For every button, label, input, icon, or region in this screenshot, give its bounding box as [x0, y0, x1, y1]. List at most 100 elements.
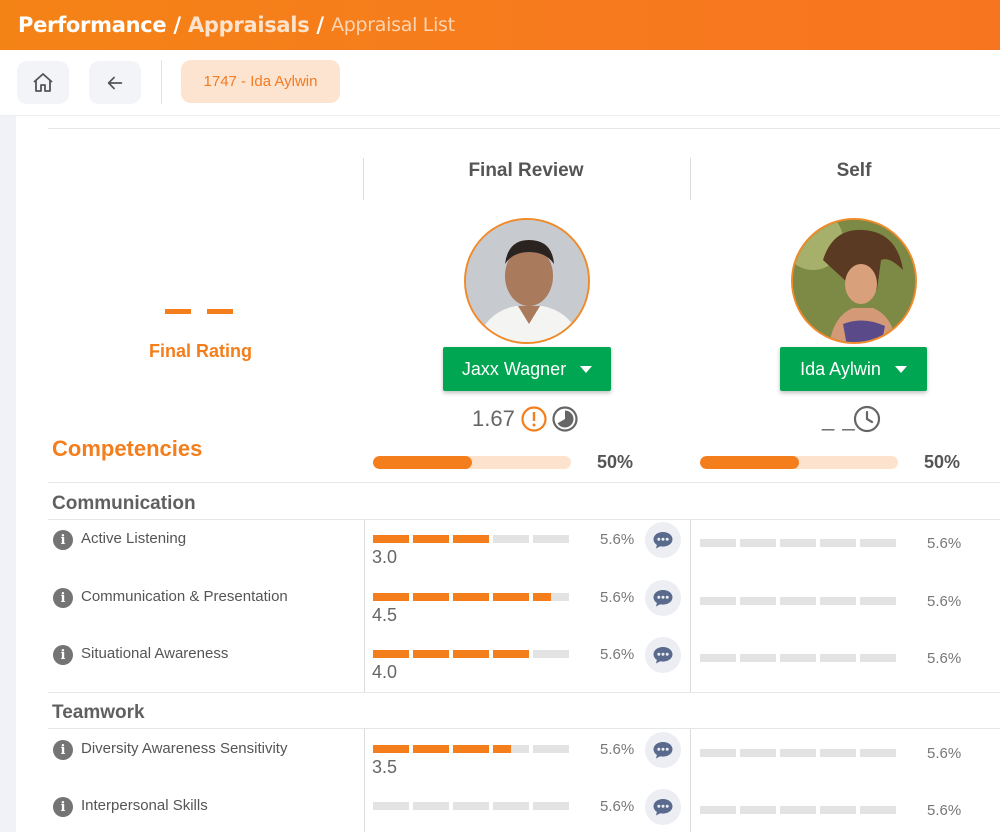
self-avatar: [791, 218, 917, 344]
group-title-teamwork: Teamwork: [52, 702, 145, 723]
self-rating-bar: [700, 654, 896, 662]
side-strip: [0, 116, 16, 832]
breadcrumb-appraisal-list[interactable]: Appraisal List: [331, 14, 455, 36]
rating-segment-fill: [453, 650, 489, 658]
back-button[interactable]: [89, 61, 141, 104]
self-weight: 5.6%: [927, 802, 962, 819]
clock-icon[interactable]: [852, 404, 882, 434]
rating-segment: [373, 593, 409, 601]
warning-icon[interactable]: [520, 405, 548, 433]
rating-segment: [780, 539, 816, 547]
rating-segment-fill: [493, 650, 529, 658]
rating-segment: [740, 539, 776, 547]
employee-chip[interactable]: 1747 - Ida Aylwin: [181, 60, 340, 103]
final-review-rating-bar: [373, 650, 569, 658]
rating-segment: [780, 597, 816, 605]
self-rating-bar: [700, 539, 896, 547]
comment-button[interactable]: [645, 732, 681, 768]
rating-segment: [413, 535, 449, 543]
self-weight: 5.6%: [927, 593, 962, 610]
rating-segment-fill: [453, 745, 489, 753]
comment-icon: [653, 647, 673, 664]
final-review-rating-bar: [373, 593, 569, 601]
rating-segment: [373, 535, 409, 543]
group-title-communication: Communication: [52, 493, 196, 514]
info-icon[interactable]: i: [53, 530, 73, 550]
reviewer-avatar: [464, 218, 590, 344]
final-review-weight: 5.6%: [600, 531, 635, 548]
breadcrumb-appraisals[interactable]: Appraisals: [188, 13, 310, 37]
toolbar-divider: [161, 60, 162, 104]
home-button[interactable]: [17, 61, 69, 104]
divider: [48, 128, 1000, 129]
rating-segment: [453, 593, 489, 601]
final-rating-label: Final Rating: [149, 341, 252, 361]
column-divider: [363, 158, 364, 200]
info-icon[interactable]: i: [53, 645, 73, 665]
rating-segment: [373, 650, 409, 658]
final-review-rating-value: 3.5: [372, 757, 398, 777]
comment-button[interactable]: [645, 522, 681, 558]
rating-segment: [820, 539, 856, 547]
breadcrumb-performance[interactable]: Performance: [18, 13, 167, 37]
rating-segment: [493, 802, 529, 810]
rating-segment-fill: [453, 593, 489, 601]
rating-segment: [493, 535, 529, 543]
rating-segment: [860, 539, 896, 547]
final-review-score: 1.67: [472, 406, 515, 431]
comment-button[interactable]: [645, 789, 681, 825]
comment-icon: [653, 532, 673, 549]
rating-segment-fill: [493, 593, 529, 601]
comment-button[interactable]: [645, 637, 681, 673]
rating-segment-fill: [413, 535, 449, 543]
rating-segment: [413, 593, 449, 601]
rating-segment: [820, 806, 856, 814]
progress-clock-icon[interactable]: [551, 405, 579, 433]
self-weight: 5.6%: [927, 650, 962, 667]
reviewer-select-button[interactable]: Jaxx Wagner: [443, 347, 611, 391]
rating-segment: [533, 745, 569, 753]
divider: [48, 482, 1000, 483]
rating-segment: [493, 745, 529, 753]
self-select-button[interactable]: Ida Aylwin: [780, 347, 927, 391]
rating-segment: [820, 749, 856, 757]
rating-segment: [860, 806, 896, 814]
rating-segment: [373, 802, 409, 810]
info-icon[interactable]: i: [53, 797, 73, 817]
rating-segment-fill: [373, 650, 409, 658]
comment-icon: [653, 590, 673, 607]
rating-segment: [820, 597, 856, 605]
competency-label: Communication & Presentation: [81, 588, 288, 605]
arrow-left-icon: [107, 76, 123, 89]
divider: [48, 519, 1000, 520]
competency-label: Active Listening: [81, 530, 187, 547]
info-icon[interactable]: i: [53, 740, 73, 760]
rating-segment: [700, 539, 736, 547]
rating-segment: [453, 802, 489, 810]
column-divider: [690, 520, 691, 692]
final-review-competency-progress: [373, 456, 571, 469]
divider: [48, 728, 1000, 729]
rating-segment: [453, 535, 489, 543]
competency-label: Situational Awareness: [81, 645, 229, 662]
rating-segment: [533, 535, 569, 543]
breadcrumb-separator: /: [173, 13, 181, 37]
info-icon[interactable]: i: [53, 588, 73, 608]
rating-segment: [493, 593, 529, 601]
column-divider: [690, 729, 691, 832]
self-rating-bar: [700, 806, 896, 814]
rating-segment: [820, 654, 856, 662]
competency-label: Interpersonal Skills: [81, 797, 208, 814]
rating-segment: [533, 650, 569, 658]
self-competency-percent: 50%: [924, 452, 961, 472]
rating-segment: [700, 749, 736, 757]
comment-button[interactable]: [645, 580, 681, 616]
chevron-down-icon: [580, 365, 593, 373]
column-divider: [364, 729, 365, 832]
rating-segment: [373, 745, 409, 753]
breadcrumb-separator: /: [316, 13, 325, 37]
rating-segment-fill: [453, 535, 489, 543]
rating-segment: [413, 650, 449, 658]
rating-segment-fill: [373, 745, 409, 753]
rating-segment: [533, 593, 569, 601]
